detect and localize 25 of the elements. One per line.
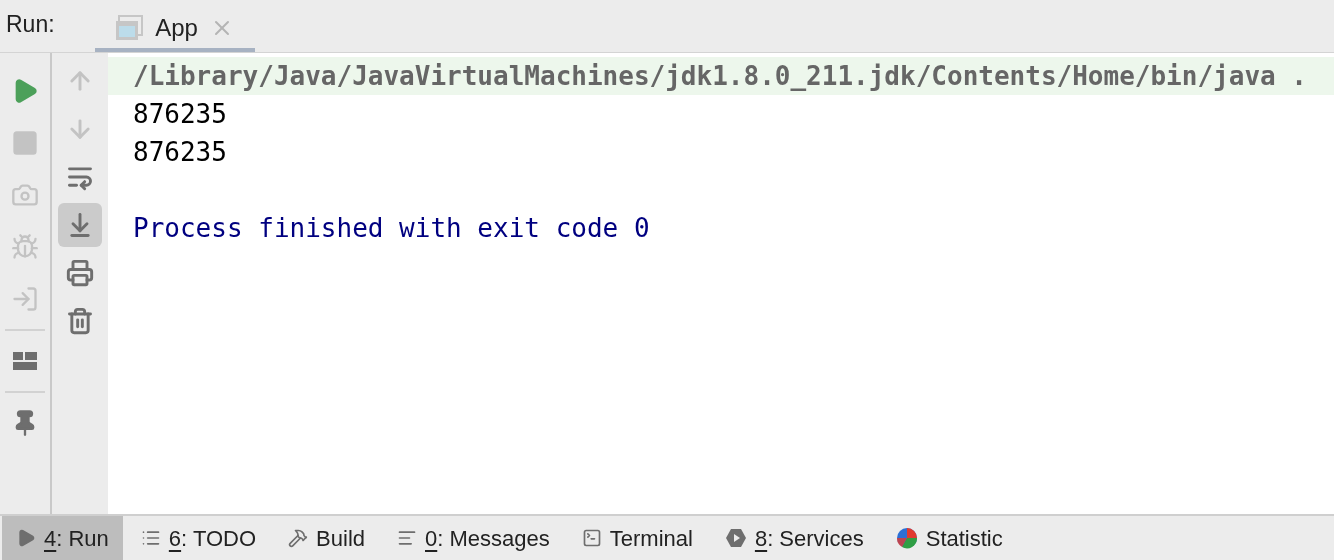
- tool-window-tab[interactable]: Statistic: [881, 516, 1017, 560]
- list-icon: [140, 528, 161, 548]
- run-tab[interactable]: App: [94, 8, 255, 52]
- lines-icon: [397, 528, 417, 548]
- tool-window-tab[interactable]: 8: Services: [710, 516, 878, 560]
- exit-message: Process finished with exit code 0: [133, 213, 650, 243]
- hexagon-play-icon: [724, 527, 747, 549]
- print-icon: [66, 259, 94, 287]
- tool-window-tab[interactable]: 0: Messages: [383, 516, 564, 560]
- trash-icon: [66, 307, 94, 335]
- run-label: Run:: [6, 9, 55, 39]
- tool-window-tab[interactable]: 6: TODO: [126, 516, 271, 560]
- tool-window-tab[interactable]: Build: [274, 516, 379, 560]
- ball-icon: [895, 527, 918, 549]
- window-icon: [115, 15, 144, 41]
- command-line: /Library/Java/JavaVirtualMachines/jdk1.8.0_211.jdk/Contents/Home/bin/java .: [133, 61, 1307, 91]
- scroll-to-end-button[interactable]: [58, 203, 102, 247]
- tool-window-tab[interactable]: Terminal: [567, 516, 707, 560]
- terminal-icon: [581, 528, 602, 548]
- play-icon: [16, 528, 36, 548]
- hammer-icon: [288, 528, 309, 548]
- layout-icon[interactable]: [12, 350, 38, 372]
- output-line: 876235: [133, 99, 227, 129]
- output-line: 876235: [133, 137, 227, 167]
- tool-window-tab[interactable]: 4: Run: [2, 516, 123, 560]
